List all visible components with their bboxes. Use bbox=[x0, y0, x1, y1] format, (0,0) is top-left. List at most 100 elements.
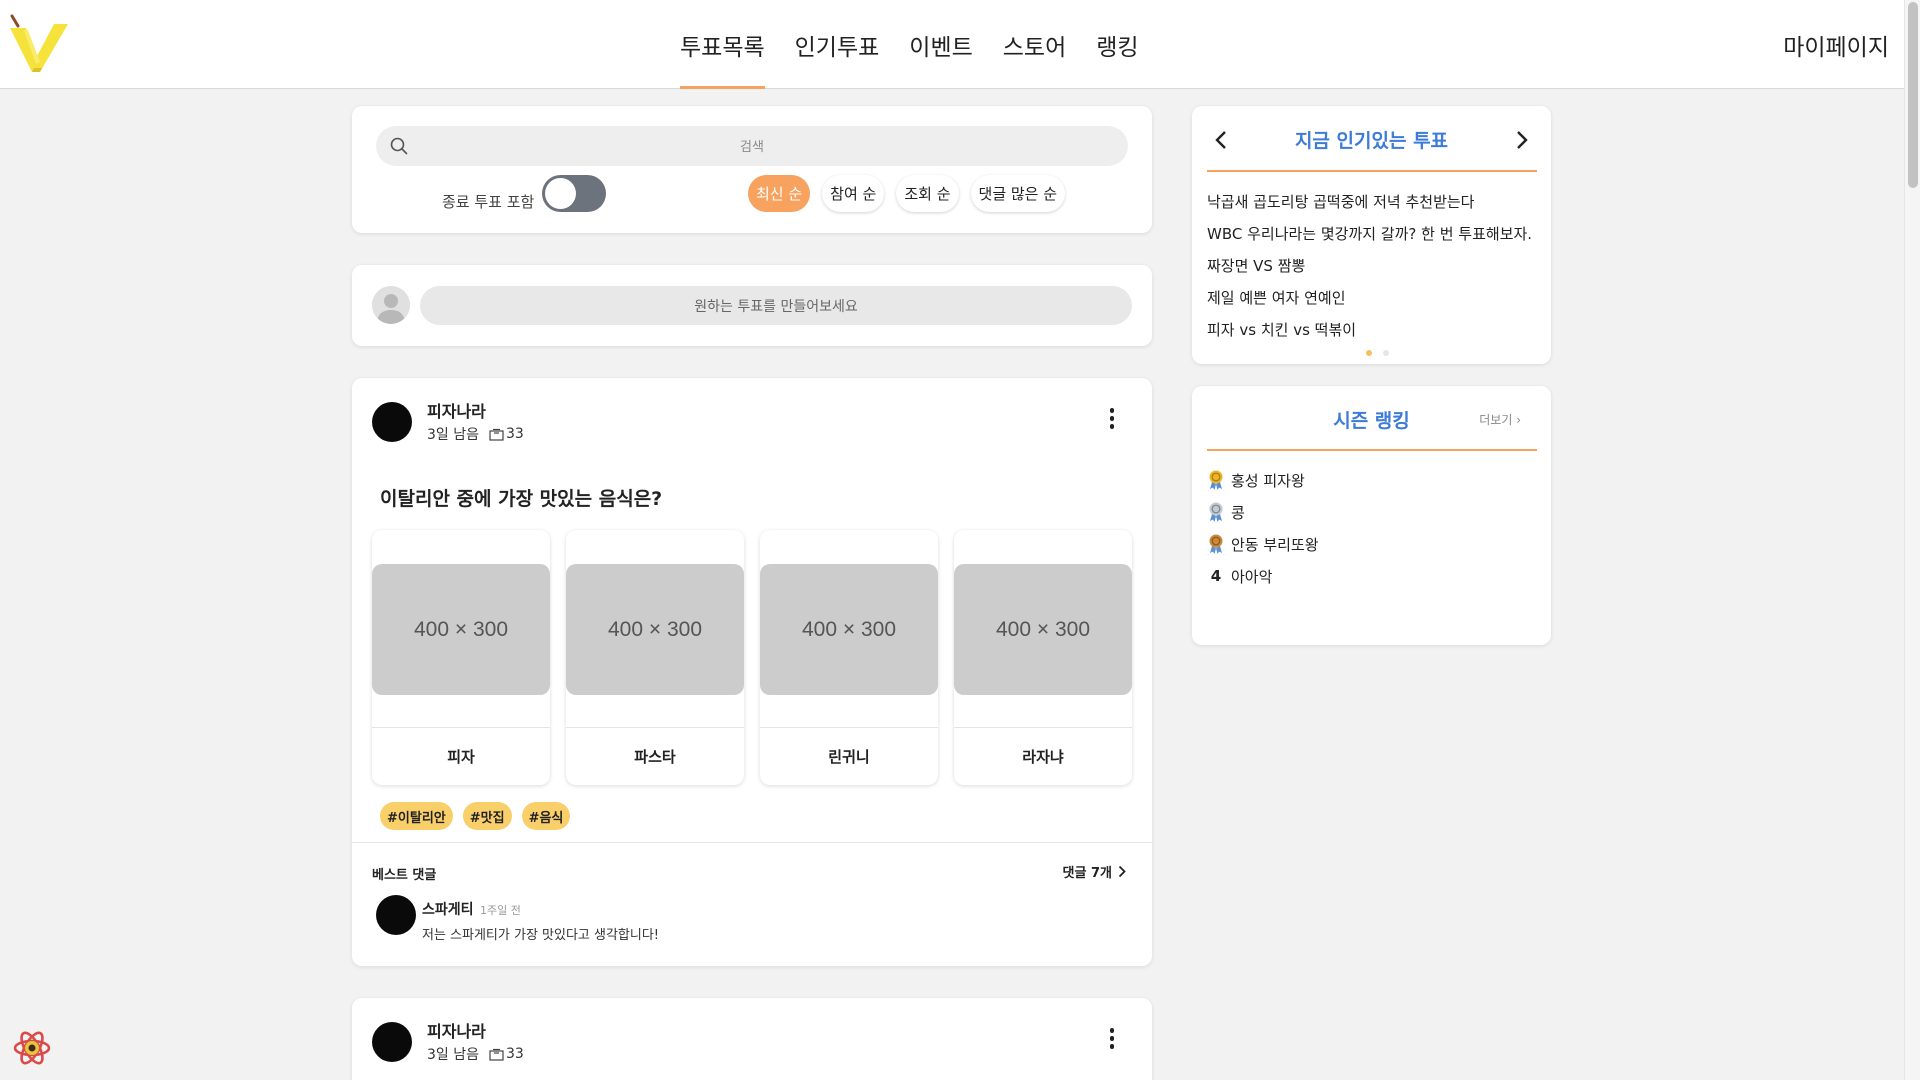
top-header: 투표목록 인기투표 이벤트 스토어 랭킹 마이페이지 bbox=[0, 0, 1904, 89]
ballot-box-icon bbox=[489, 1048, 504, 1061]
divider bbox=[1207, 170, 1537, 172]
vote-options: 400 × 300 피자 400 × 300 파스타 400 × 300 린귀니… bbox=[372, 530, 1132, 785]
comment-text: 저는 스파게티가 가장 맛있다고 생각합니다! bbox=[422, 928, 660, 943]
vote-post-card: 피자나라 3일 남음 33 bbox=[352, 998, 1152, 1080]
tag-chip[interactable]: #이탈리안 bbox=[380, 802, 453, 830]
comment-time: 1주일 전 bbox=[480, 904, 521, 917]
ranking-item[interactable]: 안동 부리또왕 bbox=[1207, 528, 1319, 560]
main-nav: 투표목록 인기투표 이벤트 스토어 랭킹 bbox=[680, 0, 1169, 89]
post-author[interactable]: 피자나라 bbox=[427, 398, 486, 422]
comment-avatar[interactable] bbox=[376, 895, 416, 935]
view-count: 33 bbox=[489, 1046, 524, 1062]
ranking-item[interactable]: 홍성 피자왕 bbox=[1207, 464, 1319, 496]
option-image: 400 × 300 bbox=[760, 564, 938, 695]
popular-item[interactable]: WBC 우리나라는 몇강까지 갈까? 한 번 투표해보자. bbox=[1207, 218, 1532, 250]
page-scrollbar[interactable] bbox=[1904, 0, 1920, 1080]
comments-link[interactable]: 댓글 7개 bbox=[1063, 862, 1126, 881]
view-count: 33 bbox=[489, 426, 524, 442]
divider bbox=[352, 842, 1152, 843]
nav-vote-list[interactable]: 투표목록 bbox=[680, 0, 765, 89]
carousel-dot[interactable] bbox=[1366, 350, 1372, 356]
author-avatar[interactable] bbox=[372, 402, 412, 442]
scrollbar-thumb[interactable] bbox=[1908, 2, 1918, 188]
logo-icon[interactable] bbox=[4, 12, 68, 76]
view-count-value: 33 bbox=[506, 1046, 524, 1062]
popular-item[interactable]: 제일 예쁜 여자 연예인 bbox=[1207, 282, 1532, 314]
more-options-icon[interactable] bbox=[1108, 408, 1116, 432]
sort-comments-button[interactable]: 댓글 많은 순 bbox=[970, 175, 1066, 212]
mypage-link[interactable]: 마이페이지 bbox=[1783, 0, 1889, 89]
sort-participation-button[interactable]: 참여 순 bbox=[822, 175, 885, 212]
post-author[interactable]: 피자나라 bbox=[427, 1018, 486, 1042]
search-input[interactable] bbox=[416, 126, 1088, 166]
bronze-medal-icon bbox=[1207, 534, 1225, 554]
more-options-icon[interactable] bbox=[1108, 1028, 1116, 1052]
silver-medal-icon bbox=[1207, 502, 1225, 522]
toggle-knob bbox=[545, 178, 576, 209]
sort-latest-button[interactable]: 최신 순 bbox=[748, 175, 811, 212]
search-panel: 종료 투표 포함 최신 순 참여 순 조회 순 댓글 많은 순 bbox=[352, 106, 1152, 233]
vote-option[interactable]: 400 × 300 파스타 bbox=[566, 530, 744, 785]
option-label: 린귀니 bbox=[828, 748, 870, 766]
time-left: 3일 남음 bbox=[427, 427, 479, 443]
sort-views-button[interactable]: 조회 순 bbox=[896, 175, 959, 212]
ballot-box-icon bbox=[489, 428, 504, 441]
popular-item[interactable]: 낙곱새 곱도리탕 곱떡중에 저녁 추천받는다 bbox=[1207, 186, 1532, 218]
option-label: 라자냐 bbox=[1022, 748, 1064, 766]
option-image: 400 × 300 bbox=[566, 564, 744, 695]
option-image: 400 × 300 bbox=[954, 564, 1132, 695]
chevron-right-icon bbox=[1118, 865, 1126, 878]
gold-medal-icon bbox=[1207, 470, 1225, 490]
nav-event[interactable]: 이벤트 bbox=[909, 0, 972, 89]
default-avatar-icon bbox=[372, 286, 410, 324]
option-image: 400 × 300 bbox=[372, 564, 550, 695]
vote-option[interactable]: 400 × 300 피자 bbox=[372, 530, 550, 785]
nav-ranking[interactable]: 랭킹 bbox=[1096, 0, 1138, 89]
post-title[interactable]: 이탈리안 중에 가장 맛있는 음식은? bbox=[380, 484, 662, 511]
ranking-list: 홍성 피자왕 콩 안동 부리또왕 4 아아악 bbox=[1207, 464, 1319, 592]
carousel-dot[interactable] bbox=[1383, 350, 1389, 356]
option-label: 파스타 bbox=[634, 748, 676, 766]
ranking-name: 아아악 bbox=[1231, 567, 1273, 586]
season-ranking-panel: 시즌 랭킹 더보기 › 홍성 피자왕 콩 안동 부리또왕 4 아아악 bbox=[1192, 386, 1551, 645]
include-closed-label: 종료 투표 포함 bbox=[442, 193, 535, 211]
post-meta: 3일 남음 33 bbox=[427, 1044, 524, 1064]
popular-votes-panel: 지금 인기있는 투표 낙곱새 곱도리탕 곱떡중에 저녁 추천받는다 WBC 우리… bbox=[1192, 106, 1551, 364]
ranking-name: 콩 bbox=[1231, 503, 1245, 522]
post-meta: 3일 남음 33 bbox=[427, 424, 524, 444]
sort-options: 최신 순 참여 순 조회 순 댓글 많은 순 bbox=[748, 175, 1066, 212]
create-vote-input[interactable]: 원하는 투표를 만들어보세요 bbox=[420, 286, 1132, 325]
create-vote-panel: 원하는 투표를 만들어보세요 bbox=[352, 265, 1152, 346]
divider bbox=[1207, 449, 1537, 451]
ranking-item[interactable]: 4 아아악 bbox=[1207, 560, 1319, 592]
rank-number: 4 bbox=[1210, 567, 1222, 585]
popular-list: 낙곱새 곱도리탕 곱떡중에 저녁 추천받는다 WBC 우리나라는 몇강까지 갈까… bbox=[1207, 186, 1532, 346]
carousel-dots bbox=[1366, 350, 1389, 356]
popular-item[interactable]: 짜장면 VS 짬뽕 bbox=[1207, 250, 1532, 282]
author-avatar[interactable] bbox=[372, 1022, 412, 1062]
comments-count: 댓글 7개 bbox=[1062, 866, 1112, 881]
popular-item[interactable]: 피자 vs 치킨 vs 떡볶이 bbox=[1207, 314, 1532, 346]
comment-author[interactable]: 스파게티 bbox=[422, 899, 474, 919]
tag-chip[interactable]: #맛집 bbox=[462, 802, 512, 830]
ranking-more-link[interactable]: 더보기 › bbox=[1479, 411, 1521, 428]
option-label: 피자 bbox=[447, 748, 475, 766]
search-icon bbox=[390, 137, 408, 155]
best-comment-label: 베스트 댓글 bbox=[372, 868, 437, 883]
nav-popular-vote[interactable]: 인기투표 bbox=[795, 0, 880, 89]
chevron-right-icon[interactable] bbox=[1509, 128, 1533, 152]
include-closed-toggle[interactable] bbox=[542, 175, 606, 212]
ranking-name: 안동 부리또왕 bbox=[1231, 535, 1319, 554]
tag-chip[interactable]: #음식 bbox=[521, 802, 571, 830]
tag-list: #이탈리안 #맛집 #음식 bbox=[380, 802, 571, 830]
ranking-item[interactable]: 콩 bbox=[1207, 496, 1319, 528]
time-left: 3일 남음 bbox=[427, 1047, 479, 1063]
view-count-value: 33 bbox=[506, 426, 524, 442]
vote-option[interactable]: 400 × 300 라자냐 bbox=[954, 530, 1132, 785]
popular-title: 지금 인기있는 투표 bbox=[1294, 130, 1449, 152]
vote-option[interactable]: 400 × 300 린귀니 bbox=[760, 530, 938, 785]
react-devtools-icon[interactable] bbox=[12, 1028, 52, 1068]
nav-store[interactable]: 스토어 bbox=[1003, 0, 1066, 89]
search-box[interactable] bbox=[376, 126, 1128, 166]
ranking-name: 홍성 피자왕 bbox=[1231, 471, 1305, 490]
